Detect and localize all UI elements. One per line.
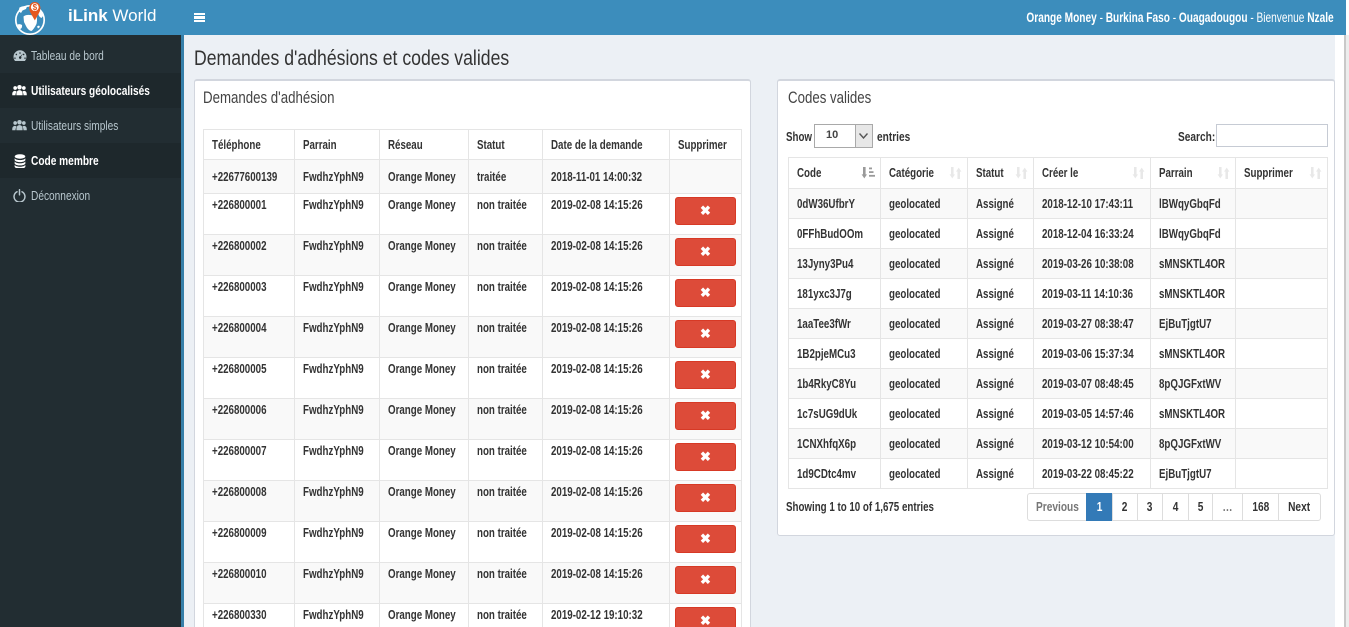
svg-text:$: $: [33, 3, 38, 12]
